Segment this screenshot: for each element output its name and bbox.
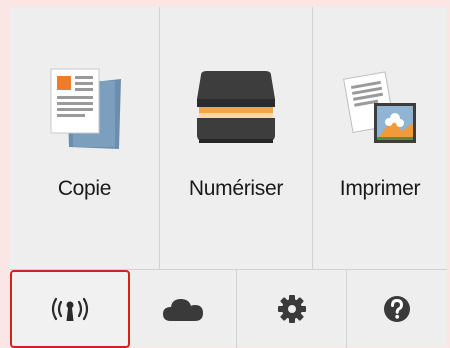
scan-label: Numériser: [188, 177, 284, 200]
help-icon: [384, 296, 410, 322]
gear-icon: [277, 295, 306, 323]
function-tiles: Copie Numériser Imprimer: [10, 7, 447, 269]
bottom-bar: [10, 269, 447, 348]
cloud-icon: [163, 299, 203, 321]
printer-home-panel: Copie Numériser Imprimer: [10, 7, 447, 348]
copy-label: Copie: [57, 177, 112, 200]
scan-tile[interactable]: Numériser: [160, 7, 313, 269]
print-tile[interactable]: Imprimer: [313, 7, 447, 269]
settings-button[interactable]: [237, 270, 347, 348]
copy-tile[interactable]: Copie: [10, 7, 160, 269]
scanner-icon: [160, 67, 312, 152]
cloud-button[interactable]: [130, 270, 237, 348]
copy-icon: [10, 67, 159, 152]
print-photo-icon: [313, 67, 447, 152]
print-label: Imprimer: [339, 177, 421, 200]
wireless-icon: [51, 297, 89, 321]
wireless-button[interactable]: [10, 270, 130, 348]
help-button[interactable]: [347, 270, 447, 348]
